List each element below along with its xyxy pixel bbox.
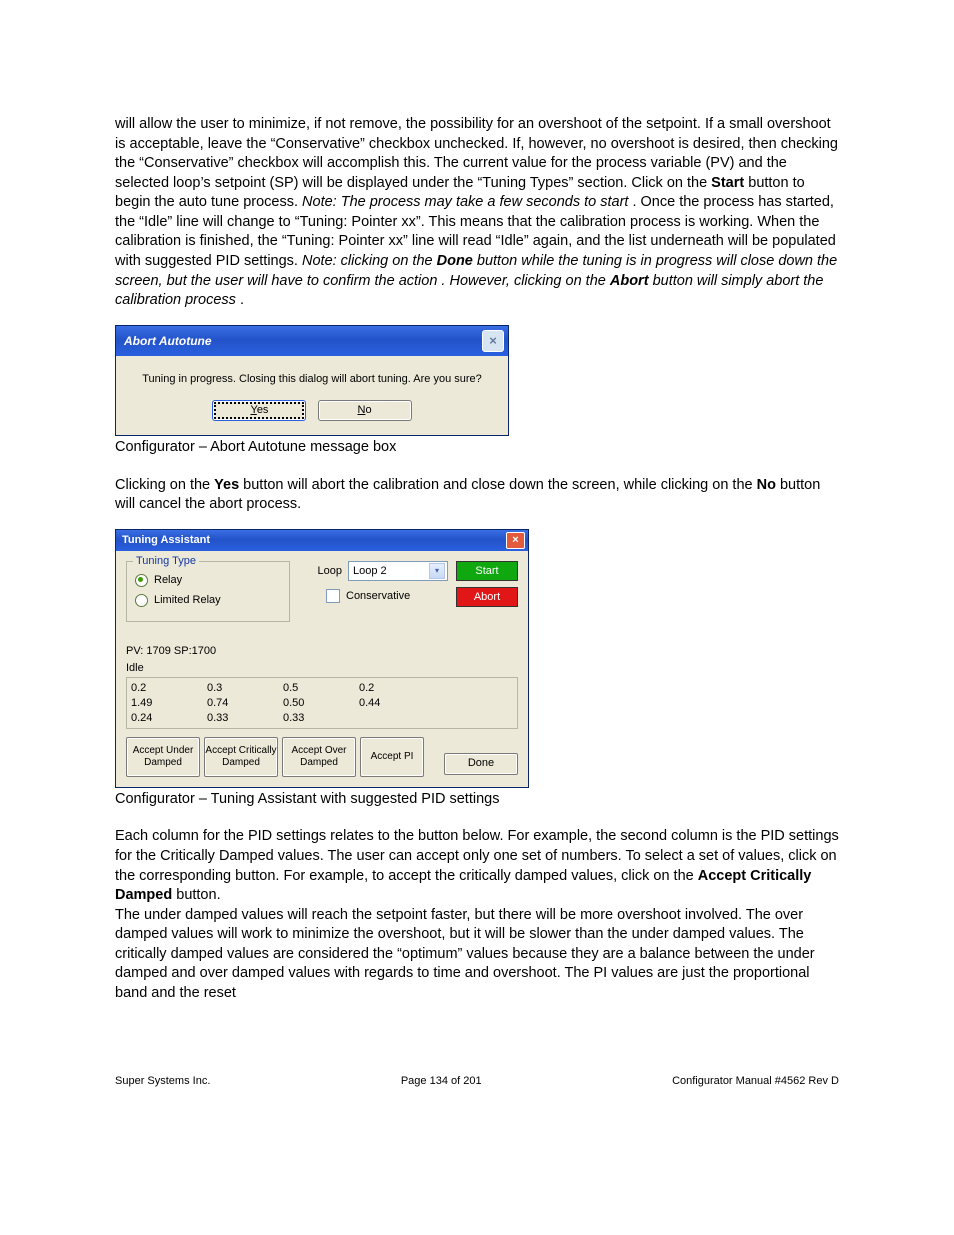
accept-critically-damped-button[interactable]: Accept Critically Damped <box>204 737 278 777</box>
cell: 1.49 <box>131 696 207 711</box>
body-paragraph-2: Clicking on the Yes button will abort th… <box>115 476 839 515</box>
dialog-title: Tuning Assistant <box>122 533 210 548</box>
groupbox-legend: Tuning Type <box>133 554 199 569</box>
dialog-body: Tuning in progress. Closing this dialog … <box>116 356 508 436</box>
titlebar: Abort Autotune × <box>116 326 508 356</box>
right-buttons: Start Abort <box>456 561 518 613</box>
accept-buttons-row: Accept Under Damped Accept Critically Da… <box>126 737 518 777</box>
footer-right: Configurator Manual #4562 Rev D <box>672 1074 839 1089</box>
text-bolditalic: Abort <box>610 273 649 289</box>
pv-sp-label: PV: 1709 SP:1700 <box>126 644 518 659</box>
grid-row: 1.49 0.74 0.50 0.44 <box>131 696 513 711</box>
dialog-message: Tuning in progress. Closing this dialog … <box>126 372 498 387</box>
cell: 0.3 <box>207 681 283 696</box>
tuning-assistant-dialog: Tuning Assistant × Tuning Type Relay Lim… <box>115 529 529 788</box>
radio-label: Relay <box>154 573 182 588</box>
text: . <box>240 292 244 308</box>
accept-over-damped-button[interactable]: Accept Over Damped <box>282 737 356 777</box>
footer-left: Super Systems Inc. <box>115 1074 210 1089</box>
no-label: o <box>365 404 371 416</box>
text-italic: . However, clicking on the <box>441 273 609 289</box>
checkbox-icon <box>326 589 340 603</box>
loop-label: Loop <box>308 564 342 579</box>
body-paragraph-1: will allow the user to minimize, if not … <box>115 115 839 311</box>
pid-grid: 0.2 0.3 0.5 0.2 1.49 0.74 0.50 0.44 0.24… <box>126 677 518 729</box>
abort-button[interactable]: Abort <box>456 587 518 607</box>
footer-center: Page 134 of 201 <box>401 1074 482 1089</box>
loop-select-value: Loop 2 <box>353 564 387 579</box>
radio-icon <box>135 594 148 607</box>
cell: 0.44 <box>359 696 435 711</box>
no-button[interactable]: No <box>318 400 412 421</box>
dialog-buttons: Yes No <box>126 400 498 421</box>
top-row: Tuning Type Relay Limited Relay Loop Loo… <box>126 561 518 622</box>
cell: 0.33 <box>207 711 283 726</box>
cell <box>359 711 435 726</box>
yes-label: es <box>257 404 269 416</box>
chevron-down-icon: ▾ <box>429 563 445 579</box>
text-italic: Note: The process may take a few seconds… <box>302 194 628 210</box>
radio-limited-relay[interactable]: Limited Relay <box>135 593 281 608</box>
radio-icon <box>135 574 148 587</box>
done-button[interactable]: Done <box>444 753 518 775</box>
cell: 0.74 <box>207 696 283 711</box>
grid-row: 0.24 0.33 0.33 <box>131 711 513 726</box>
text-bolditalic: Done <box>437 253 473 269</box>
text-bold: No <box>757 477 776 493</box>
radio-relay[interactable]: Relay <box>135 573 281 588</box>
titlebar: Tuning Assistant × <box>116 530 528 551</box>
text-bold: Yes <box>214 477 239 493</box>
text: button will abort the calibration and cl… <box>243 477 756 493</box>
cell: 0.24 <box>131 711 207 726</box>
cell: 0.5 <box>283 681 359 696</box>
loop-area: Loop Loop 2 ▾ Conservative <box>308 561 448 604</box>
loop-row: Loop Loop 2 ▾ <box>308 561 448 581</box>
status-label: Idle <box>126 661 518 676</box>
text: button. <box>176 887 220 903</box>
conservative-checkbox[interactable]: Conservative <box>326 589 448 604</box>
figure-caption-1: Configurator – Abort Autotune message bo… <box>115 438 839 458</box>
figure-caption-2: Configurator – Tuning Assistant with sug… <box>115 790 839 810</box>
accept-under-damped-button[interactable]: Accept Under Damped <box>126 737 200 777</box>
text: Clicking on the <box>115 477 214 493</box>
dialog-body: Tuning Type Relay Limited Relay Loop Loo… <box>116 551 528 781</box>
tuning-type-groupbox: Tuning Type Relay Limited Relay <box>126 561 290 622</box>
page-footer: Super Systems Inc. Page 134 of 201 Confi… <box>115 1074 839 1089</box>
body-paragraph-3: Each column for the PID settings relates… <box>115 827 839 905</box>
body-paragraph-4: The under damped values will reach the s… <box>115 906 839 1004</box>
accept-pi-button[interactable]: Accept PI <box>360 737 424 777</box>
yes-button[interactable]: Yes <box>212 400 306 421</box>
close-icon[interactable]: × <box>506 532 525 549</box>
cell: 0.33 <box>283 711 359 726</box>
text-bold: Start <box>711 175 744 191</box>
abort-autotune-dialog: Abort Autotune × Tuning in progress. Clo… <box>115 325 509 437</box>
cell: 0.2 <box>359 681 435 696</box>
cell: 0.2 <box>131 681 207 696</box>
start-button[interactable]: Start <box>456 561 518 581</box>
radio-label: Limited Relay <box>154 593 221 608</box>
close-icon[interactable]: × <box>482 330 504 352</box>
dialog-title: Abort Autotune <box>124 333 212 349</box>
grid-row: 0.2 0.3 0.5 0.2 <box>131 681 513 696</box>
checkbox-label: Conservative <box>346 589 410 604</box>
cell: 0.50 <box>283 696 359 711</box>
text-italic: Note: clicking on the <box>302 253 437 269</box>
loop-select[interactable]: Loop 2 ▾ <box>348 561 448 581</box>
